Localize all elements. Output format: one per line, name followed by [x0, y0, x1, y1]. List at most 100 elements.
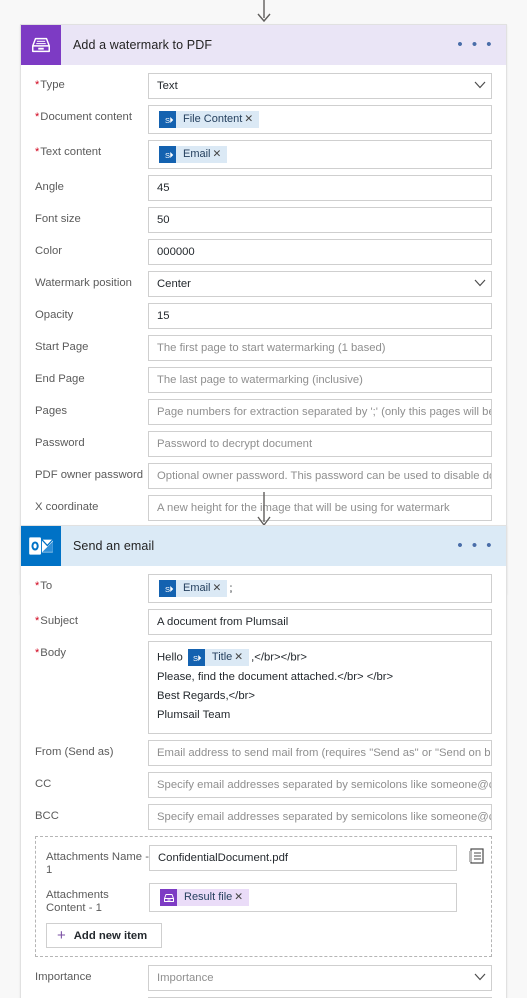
token-remove-icon[interactable]: ✕ — [234, 649, 250, 666]
token-label: Result file — [177, 889, 239, 907]
add-new-item-button[interactable]: + Add new item — [46, 923, 163, 949]
arrow-down-icon — [256, 0, 271, 23]
action-card-send-email[interactable]: Send an email • • • *To S Email ✕ ; *Sub… — [20, 525, 507, 998]
card-header-send-email[interactable]: Send an email • • • — [21, 526, 506, 566]
plumsail-tray-icon — [160, 889, 177, 907]
body-line-1: Please, find the document attached.</br>… — [157, 671, 394, 684]
required-marker: * — [35, 79, 40, 91]
field-row-subject: *Subject A document from Plumsail — [35, 609, 492, 635]
input-bcc[interactable]: Specify email addresses separated by sem… — [148, 804, 492, 831]
token-result-file[interactable]: Result file ✕ — [160, 889, 250, 907]
token-remove-icon[interactable]: ✕ — [212, 580, 228, 597]
token-label: File Content — [176, 111, 249, 128]
select-type[interactable]: Text — [148, 73, 492, 99]
token-label: Title — [204, 649, 239, 666]
input-font-size[interactable]: 50 — [148, 207, 492, 233]
token-input-text-content[interactable]: S Email ✕ — [148, 140, 492, 169]
sharepoint-icon: S — [159, 580, 176, 597]
field-row-pdf-owner-password: PDF owner password Optional owner passwo… — [35, 463, 492, 489]
body-line-2: Best Regards,</br> — [157, 690, 255, 703]
field-label-document-content: *Document content — [35, 111, 132, 123]
input-password[interactable]: Password to decrypt document — [148, 431, 492, 457]
card-header-watermark[interactable]: Add a watermark to PDF • • • — [21, 25, 506, 65]
input-cc[interactable]: Specify email addresses separated by sem… — [148, 772, 492, 799]
field-row-pages: Pages Page numbers for extraction separa… — [35, 399, 492, 425]
input-from[interactable]: Email address to send mail from (require… — [148, 740, 492, 767]
svg-text:S: S — [165, 585, 170, 594]
field-label-start-page: Start Page — [35, 341, 89, 353]
field-row-password: Password Password to decrypt document — [35, 431, 492, 457]
field-row-text-content: *Text content S Email ✕ — [35, 140, 492, 169]
required-marker: * — [35, 647, 40, 659]
field-label-attachment-name: Attachments Name - 1 — [46, 851, 149, 877]
field-row-start-page: Start Page The first page to start water… — [35, 335, 492, 361]
input-attachment-name[interactable]: ConfidentialDocument.pdf — [149, 845, 457, 872]
token-input-attachment-content[interactable]: Result file ✕ — [149, 883, 457, 913]
field-label-importance: Importance — [35, 971, 92, 984]
token-remove-icon[interactable]: ✕ — [234, 889, 250, 907]
body-prefix: Hello — [157, 651, 183, 664]
add-new-item-label: Add new item — [73, 929, 148, 942]
field-row-color: Color 000000 — [35, 239, 492, 265]
card-menu-button-watermark[interactable]: • • • — [457, 37, 494, 52]
input-opacity[interactable]: 15 — [148, 303, 492, 329]
token-input-document-content[interactable]: S File Content ✕ — [148, 105, 492, 134]
select-importance[interactable]: Importance — [148, 965, 492, 992]
card-title-watermark: Add a watermark to PDF — [73, 38, 213, 52]
required-marker: * — [35, 111, 40, 123]
token-input-to[interactable]: S Email ✕ ; — [148, 574, 492, 603]
flow-designer-canvas: Add a watermark to PDF • • • *Type Text … — [0, 0, 527, 998]
select-watermark-position[interactable]: Center — [148, 271, 492, 297]
svg-text:S: S — [165, 151, 170, 160]
input-pages[interactable]: Page numbers for extraction separated by… — [148, 399, 492, 425]
input-end-page[interactable]: The last page to watermarking (inclusive… — [148, 367, 492, 393]
card-title-send-email: Send an email — [73, 539, 155, 553]
field-row-end-page: End Page The last page to watermarking (… — [35, 367, 492, 393]
sharepoint-icon: S — [187, 649, 205, 666]
field-label-font-size: Font size — [35, 213, 81, 225]
body-line-3: Plumsail Team — [157, 709, 231, 722]
input-color[interactable]: 000000 — [148, 239, 492, 265]
field-label-type: *Type — [35, 79, 65, 91]
field-row-body: *Body Hello S Title ✕ ,</br></br> Please… — [35, 641, 492, 735]
field-row-opacity: Opacity 15 — [35, 303, 492, 329]
plumsail-tray-icon — [21, 25, 61, 65]
sharepoint-icon: S — [159, 146, 176, 163]
input-angle[interactable]: 45 — [148, 175, 492, 201]
input-pdf-owner-password[interactable]: Optional owner password. This password c… — [148, 463, 492, 489]
arrow-down-icon — [256, 492, 271, 527]
token-email-to[interactable]: S Email ✕ — [159, 580, 228, 597]
svg-text:S: S — [193, 654, 198, 663]
token-file-content[interactable]: S File Content ✕ — [159, 111, 260, 128]
token-email[interactable]: S Email ✕ — [159, 146, 228, 163]
input-body[interactable]: Hello S Title ✕ ,</br></br> Please, find… — [148, 641, 492, 735]
field-label-body: *Body — [35, 647, 67, 659]
input-start-page[interactable]: The first page to start watermarking (1 … — [148, 335, 492, 361]
connector-arrow-between-cards — [0, 492, 527, 528]
field-label-end-page: End Page — [35, 373, 85, 385]
switch-to-array-icon[interactable] — [467, 847, 485, 865]
token-title[interactable]: S Title ✕ — [187, 649, 250, 666]
token-remove-icon[interactable]: ✕ — [212, 146, 228, 163]
field-row-watermark-position: Watermark position Center — [35, 271, 492, 297]
field-label-pages: Pages — [35, 405, 68, 417]
field-label-text-content: *Text content — [35, 146, 102, 158]
field-label-password: Password — [35, 437, 85, 449]
field-label-from: From (Send as) — [35, 746, 114, 759]
field-label-cc: CC — [35, 778, 52, 791]
token-label: Email — [176, 580, 217, 597]
field-label-watermark-position: Watermark position — [35, 277, 132, 289]
field-row-bcc: BCC Specify email addresses separated by… — [35, 804, 492, 831]
field-row-from: From (Send as) Email address to send mai… — [35, 740, 492, 767]
body-after-token: ,</br></br> — [251, 651, 307, 664]
input-subject[interactable]: A document from Plumsail — [148, 609, 492, 635]
field-label-angle: Angle — [35, 181, 64, 193]
field-row-to: *To S Email ✕ ; — [35, 574, 492, 603]
field-row-cc: CC Specify email addresses separated by … — [35, 772, 492, 799]
field-label-subject: *Subject — [35, 615, 78, 627]
token-remove-icon[interactable]: ✕ — [244, 111, 260, 128]
connector-arrow-top — [0, 0, 527, 24]
card-menu-button-send-email[interactable]: • • • — [457, 538, 494, 553]
required-marker: * — [35, 580, 40, 592]
field-label-bcc: BCC — [35, 810, 59, 823]
